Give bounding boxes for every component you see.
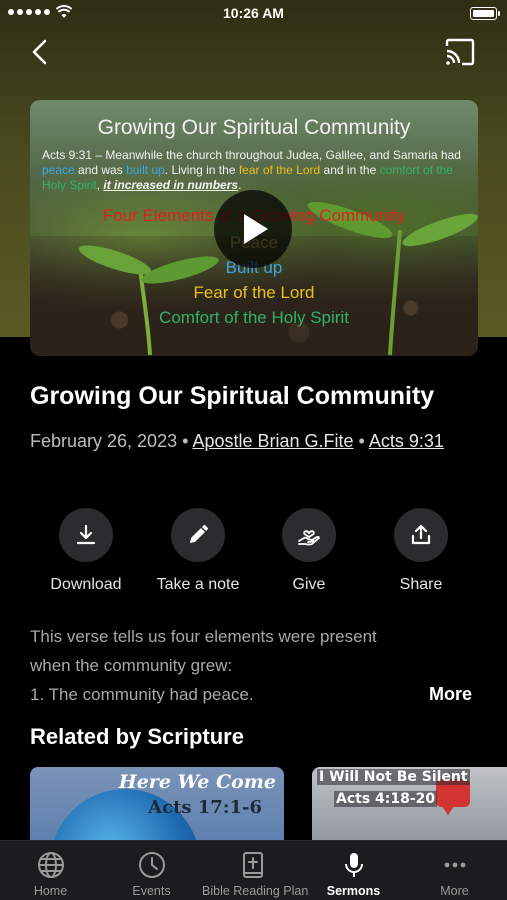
give-heart-hand-icon	[298, 530, 320, 546]
slide-element-item: Comfort of the Holy Spirit	[159, 308, 349, 327]
give-button[interactable]: Give	[254, 508, 364, 594]
tab-label: Sermons	[326, 884, 381, 898]
sermon-title: Growing Our Spiritual Community	[30, 382, 435, 410]
tab-events[interactable]: Events	[101, 841, 202, 900]
speaker-link[interactable]: Apostle Brian G.Fite	[192, 431, 353, 451]
meta-separator: •	[358, 431, 365, 451]
share-button[interactable]: Share	[366, 508, 476, 594]
slide-element-item: Fear of the Lord	[193, 283, 315, 302]
download-icon	[76, 524, 96, 545]
related-card-title: Here We Come	[118, 771, 276, 793]
clock-icon	[139, 852, 165, 878]
microphone-icon	[345, 853, 363, 877]
tab-label: More	[440, 884, 469, 898]
related-card-scripture: Acts 17:1-6	[148, 797, 262, 818]
related-card-title: I Will Not Be Silent	[317, 769, 470, 785]
slide-title: Growing Our Spiritual Community	[97, 116, 411, 139]
bible-icon	[243, 852, 263, 878]
description-line: This verse tells us four elements were p…	[30, 627, 377, 646]
description-more-link[interactable]: More	[429, 684, 472, 705]
meta-separator: •	[182, 431, 189, 451]
play-button[interactable]	[214, 190, 292, 268]
play-icon	[244, 214, 268, 244]
related-heading: Related by Scripture	[30, 724, 244, 749]
bottom-tab-bar: Home Events Bible Reading Plan Sermons M…	[0, 840, 507, 900]
sermon-date: February 26, 2023	[30, 431, 178, 451]
tab-label: Home	[33, 884, 68, 898]
description-line: when the community grew:	[30, 656, 233, 675]
globe-icon	[38, 852, 64, 878]
tab-bible-reading-plan[interactable]: Bible Reading Plan	[202, 841, 309, 900]
tab-label: Bible Reading Plan	[202, 884, 309, 898]
back-chevron-icon[interactable]	[26, 36, 56, 68]
tab-label: Events	[132, 884, 171, 898]
scripture-link[interactable]: Acts 9:31	[369, 431, 444, 451]
action-row: Download Take a note Give Share	[0, 508, 507, 608]
share-label: Share	[399, 576, 443, 593]
ellipsis-icon	[444, 862, 466, 868]
share-icon	[411, 524, 431, 545]
take-note-label: Take a note	[156, 576, 240, 593]
sermon-meta: February 26, 2023 • Apostle Brian G.Fite…	[30, 428, 470, 455]
give-label: Give	[292, 576, 326, 593]
sermon-video-player[interactable]: Growing Our Spiritual Community Acts 9:3…	[30, 100, 478, 356]
description-line: 1. The community had peace.	[30, 685, 254, 704]
related-card-scripture: Acts 4:18-20	[334, 791, 438, 807]
tab-sermons[interactable]: Sermons	[303, 841, 404, 900]
tab-more[interactable]: More	[404, 841, 505, 900]
related-sermon-card[interactable]: I Will Not Be Silent Acts 4:18-20	[312, 767, 507, 847]
sermon-description: This verse tells us four elements were p…	[30, 622, 450, 709]
related-sermon-card[interactable]: Here We Come Acts 17:1-6	[30, 767, 284, 847]
battery-icon	[470, 7, 500, 20]
status-time: 10:26 AM	[223, 5, 284, 21]
tab-home[interactable]: Home	[0, 841, 101, 900]
pencil-icon	[190, 525, 208, 543]
take-note-button[interactable]: Take a note	[143, 508, 253, 594]
download-label: Download	[50, 576, 122, 593]
slide-verse-text: Acts 9:31 – Meanwhile the church through…	[42, 148, 461, 192]
cast-icon[interactable]	[444, 38, 476, 66]
status-bar: 10:26 AM	[0, 0, 507, 28]
download-button[interactable]: Download	[31, 508, 141, 594]
